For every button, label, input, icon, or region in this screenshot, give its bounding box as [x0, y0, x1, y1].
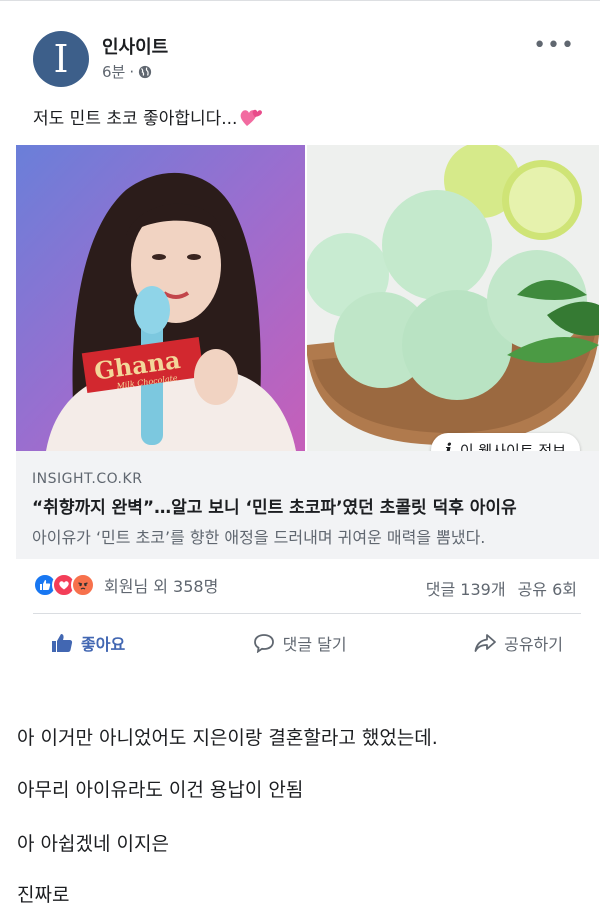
page-avatar[interactable]: I	[33, 31, 89, 87]
comment-label: 댓글 달기	[282, 635, 347, 654]
mint-icecream-photo[interactable]	[307, 145, 599, 451]
comment-count[interactable]: 댓글 139개	[426, 576, 506, 600]
comment-button[interactable]: 댓글 달기	[235, 631, 365, 655]
post-time[interactable]: 6분	[102, 61, 125, 82]
meta-separator: ·	[129, 62, 135, 81]
share-count[interactable]: 공유 6회	[518, 576, 577, 600]
globe-icon[interactable]	[138, 65, 152, 79]
body-line-1: 아 이거만 아니었어도 지은이랑 결혼할라고 했었는데.	[17, 727, 438, 749]
post-card: I 인사이트 6분 · ••• 저도 민트 초코 좋아합니다... Ghana …	[0, 0, 600, 680]
link-title[interactable]: “취향까지 완벽”…알고 보니 ‘민트 초코파’였던 초콜릿 덕후 아이유	[32, 493, 583, 518]
link-description: 아이유가 ‘민트 초코’를 향한 애정을 드러내며 귀여운 매력을 뽐냈다.	[32, 528, 486, 547]
link-domain: INSIGHT.CO.KR	[32, 471, 143, 487]
post-actions: 좋아요 댓글 달기 공유하기	[33, 623, 581, 663]
divider	[33, 613, 581, 614]
like-label: 좋아요	[81, 635, 126, 654]
body-line-4: 진짜로	[17, 884, 70, 906]
more-options-button[interactable]: •••	[533, 35, 575, 57]
angry-reaction-icon	[71, 573, 95, 597]
engagement-counts: 댓글 139개 공유 6회	[426, 576, 577, 600]
thumbs-up-icon	[52, 634, 73, 652]
iu-photo[interactable]: Ghana Milk Chocolate	[16, 145, 305, 451]
link-preview[interactable]: INSIGHT.CO.KR “취향까지 완벽”…알고 보니 ‘민트 초코파’였던…	[16, 451, 599, 559]
share-label: 공유하기	[504, 635, 563, 654]
body-line-2: 아무리 아이유라도 이건 용납이 안됨	[17, 779, 304, 801]
post-message: 저도 민트 초코 좋아합니다...	[33, 104, 263, 129]
post-meta: 6분 ·	[102, 61, 152, 82]
post-message-text: 저도 민트 초코 좋아합니다...	[33, 109, 238, 129]
reaction-summary[interactable]: 회원님 외 358명	[33, 573, 218, 597]
page-name[interactable]: 인사이트	[102, 33, 168, 59]
link-preview-images[interactable]: Ghana Milk Chocolate	[16, 145, 599, 451]
comment-icon	[253, 634, 274, 653]
share-icon	[474, 634, 497, 652]
heart-emoji	[241, 109, 263, 126]
reaction-count[interactable]: 회원님 외 358명	[104, 573, 218, 597]
body-line-3: 아 아쉽겠네 이지은	[17, 833, 169, 855]
share-button[interactable]: 공유하기	[456, 631, 581, 655]
like-button[interactable]: 좋아요	[33, 631, 143, 655]
